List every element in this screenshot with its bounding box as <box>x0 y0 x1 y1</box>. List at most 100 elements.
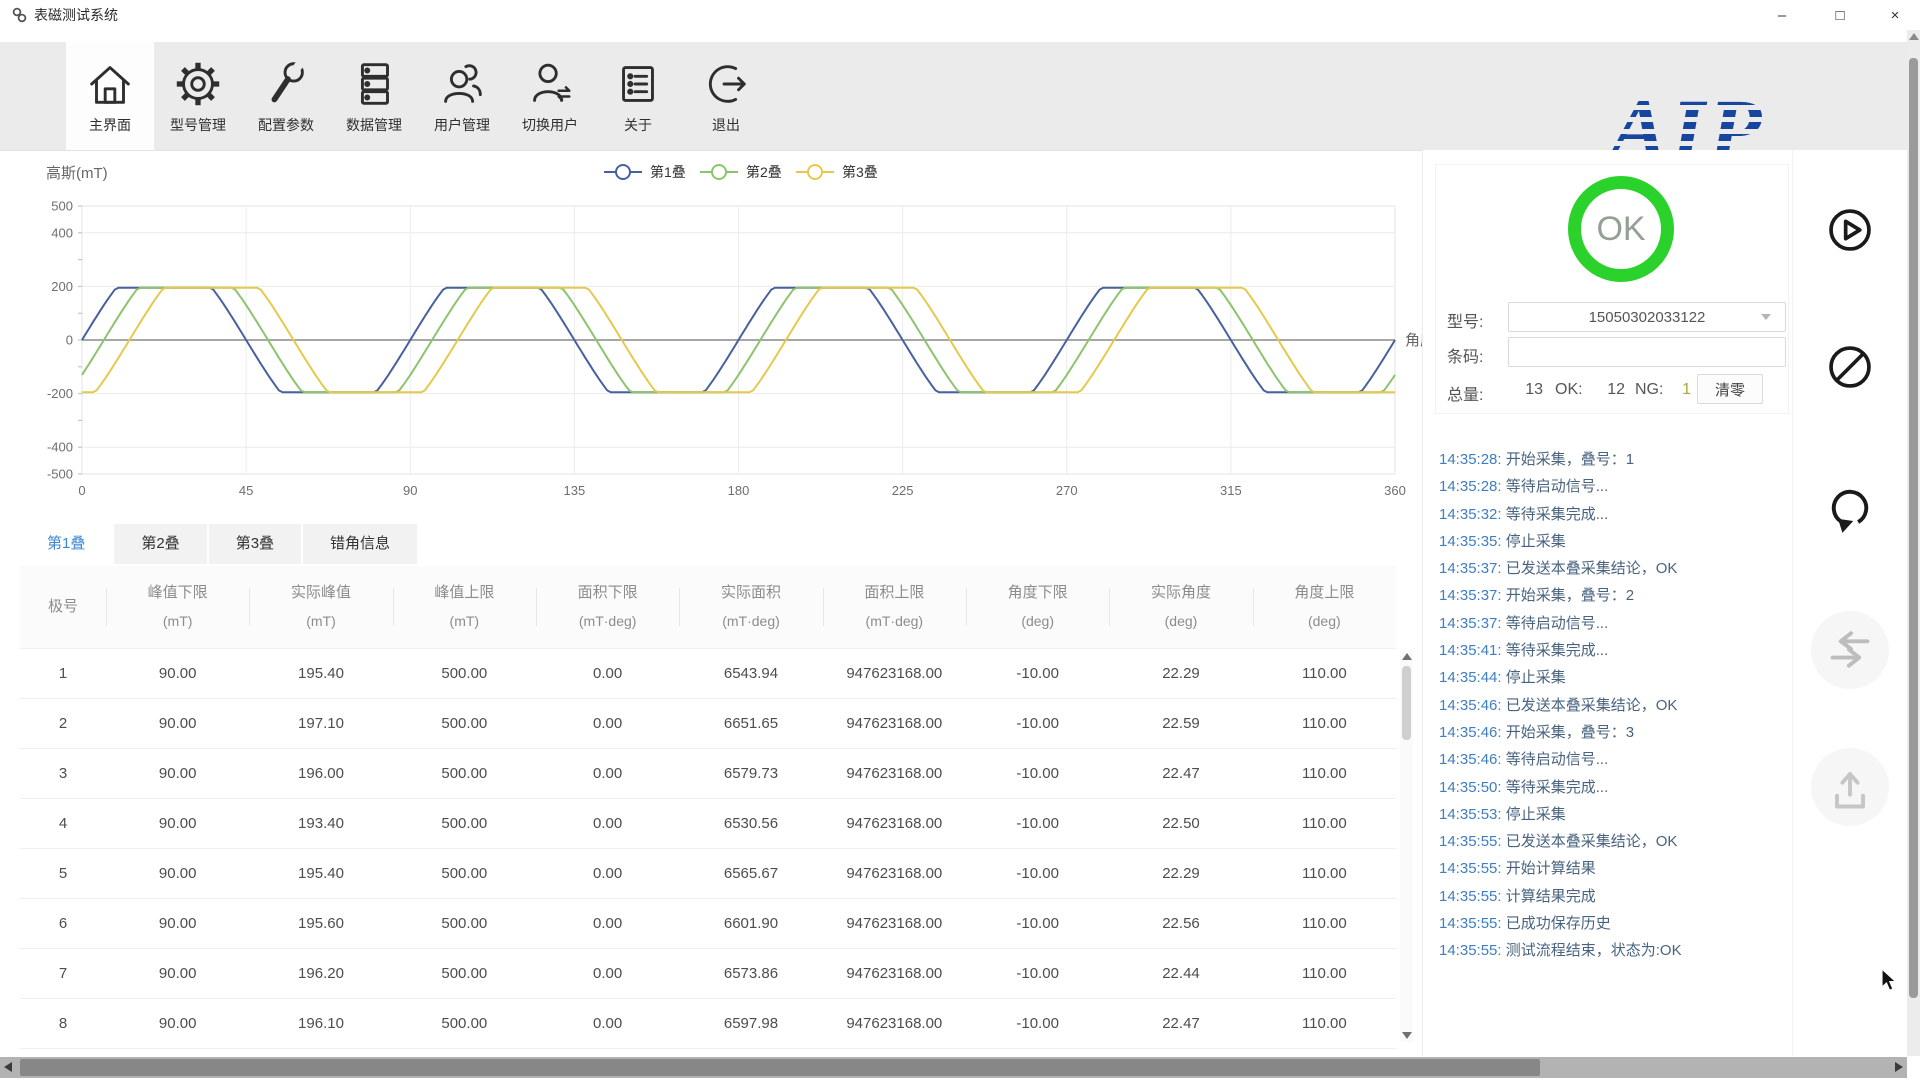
toolbar-item-3[interactable]: 配置参数 <box>242 42 330 150</box>
action-button-column <box>1792 150 1907 1056</box>
table-cell: 500.00 <box>441 765 488 782</box>
horizontal-scroll-thumb[interactable] <box>20 1059 1540 1076</box>
table-cell: 500.00 <box>441 865 488 882</box>
transfer-button[interactable] <box>1811 611 1889 689</box>
table-scroll-down-icon[interactable] <box>1402 1032 1412 1039</box>
svg-text:180: 180 <box>728 483 750 498</box>
toolbar-item-1[interactable]: 主界面 <box>66 42 154 150</box>
model-label: 型号: <box>1447 314 1484 331</box>
toolbar-item-label: 切换用户 <box>522 117 578 133</box>
table-row[interactable]: 4 90.00 193.40 500.00 0.00 6530.56 947623168.0… <box>20 799 1396 849</box>
toolbar-item-4[interactable]: 数据管理 <box>330 42 418 150</box>
table-row[interactable]: 5 90.00 195.40 500.00 0.00 6565.67 947623168.0… <box>20 849 1396 899</box>
toolbar-item-label: 主界面 <box>89 117 131 133</box>
table-cell: 500.00 <box>441 715 488 732</box>
table-cell: 90.00 <box>158 665 197 682</box>
window-horizontal-scrollbar[interactable] <box>0 1057 1907 1078</box>
table-row[interactable]: 1 90.00 195.40 500.00 0.00 6543.94 947623168.0… <box>20 649 1396 699</box>
table-cell: 22.50 <box>1162 815 1200 832</box>
log-line: 14:35:41: 等待采集完成... <box>1439 642 1609 660</box>
toolbar-item-5[interactable]: 用户管理 <box>418 42 506 150</box>
upload-button[interactable] <box>1811 748 1889 826</box>
app-icon <box>10 5 30 25</box>
column-header: 实际峰值 (mT) <box>249 566 392 648</box>
table-cell: 193.40 <box>298 815 344 832</box>
minimize-button[interactable]: – <box>1757 0 1807 30</box>
table-cell: 500.00 <box>441 915 488 932</box>
table-cell: -10.00 <box>1016 665 1059 682</box>
results-table-header: 极号 峰值下限 (mT) 实际峰值 (mT) 峰值上限 (mT) 面积下限 (mT·deg) 实际… <box>20 566 1396 649</box>
toolbar-item-7[interactable]: 关于 <box>594 42 682 150</box>
results-table: 极号 峰值下限 (mT) 实际峰值 (mT) 峰值上限 (mT) 面积下限 (mT·deg) 实际… <box>20 566 1396 1049</box>
log-line: 14:35:44: 停止采集 <box>1439 669 1566 687</box>
tab-4[interactable]: 错角信息 <box>303 524 418 564</box>
log-line: 14:35:55: 已发送本叠采集结论，OK <box>1439 833 1678 851</box>
exit-icon <box>699 57 753 111</box>
toolbar-item-2[interactable]: 型号管理 <box>154 42 242 150</box>
table-scroll-thumb[interactable] <box>1402 666 1411 740</box>
table-cell: 22.47 <box>1162 1015 1200 1032</box>
scroll-right-icon[interactable] <box>1895 1062 1903 1072</box>
table-cell: 2 <box>58 715 68 732</box>
table-cell: 22.47 <box>1162 765 1200 782</box>
toolbar-item-8[interactable]: 退出 <box>682 42 770 150</box>
svg-text:第2叠: 第2叠 <box>746 164 782 180</box>
total-value: 13 <box>1525 381 1543 398</box>
table-row[interactable]: 8 90.00 196.10 500.00 0.00 6597.98 947623168.0… <box>20 999 1396 1049</box>
about-icon <box>611 57 665 111</box>
ok-label: OK: <box>1555 381 1583 398</box>
table-cell: 6530.56 <box>723 815 779 832</box>
tab-2[interactable]: 第2叠 <box>114 524 207 564</box>
table-cell: 110.00 <box>1301 1015 1347 1032</box>
table-cell: 6543.94 <box>723 665 779 682</box>
table-cell: 7 <box>58 965 68 982</box>
table-cell: 90.00 <box>158 865 197 882</box>
legend-item[interactable]: 第1叠 <box>604 164 686 180</box>
tab-1[interactable]: 第1叠 <box>20 524 113 564</box>
stop-button[interactable] <box>1822 339 1878 395</box>
table-cell: 22.44 <box>1162 965 1200 982</box>
waveform-chart: 500 400 200 0 -200 -400 -500 0 45 90 135 180 225 270 3… <box>18 156 1422 508</box>
model-select[interactable] <box>1508 302 1786 332</box>
table-cell: 110.00 <box>1301 865 1347 882</box>
scroll-up-icon[interactable] <box>1909 33 1919 40</box>
log-line: 14:35:55: 测试流程结束，状态为:OK <box>1439 942 1682 960</box>
table-cell: 110.00 <box>1301 965 1347 982</box>
chevron-down-icon[interactable] <box>1761 314 1771 320</box>
users-icon <box>435 57 489 111</box>
log-line: 14:35:55: 已成功保存历史 <box>1439 915 1611 933</box>
table-cell: 947623168.00 <box>846 1015 943 1032</box>
toolbar-item-6[interactable]: 切换用户 <box>506 42 594 150</box>
window-vertical-scrollbar[interactable] <box>1907 30 1920 1056</box>
legend-item[interactable]: 第2叠 <box>700 164 782 180</box>
log-line: 14:35:32: 等待采集完成... <box>1439 505 1609 523</box>
column-header: 实际面积 (mT·deg) <box>679 566 822 648</box>
table-scroll-up-icon[interactable] <box>1402 653 1412 660</box>
start-button[interactable] <box>1822 202 1878 258</box>
retry-button[interactable] <box>1822 480 1878 536</box>
close-button[interactable]: × <box>1870 0 1920 30</box>
svg-text:-400: -400 <box>47 440 73 455</box>
barcode-input[interactable] <box>1508 337 1786 367</box>
clear-button[interactable]: 清零 <box>1697 374 1763 404</box>
table-row[interactable]: 7 90.00 196.20 500.00 0.00 6573.86 947623168.0… <box>20 949 1396 999</box>
tab-3[interactable]: 第3叠 <box>208 524 302 564</box>
table-cell: 947623168.00 <box>846 715 943 732</box>
svg-text:400: 400 <box>51 225 73 240</box>
table-row[interactable]: 2 90.00 197.10 500.00 0.00 6651.65 947623168.0… <box>20 699 1396 749</box>
table-cell: 947623168.00 <box>846 965 943 982</box>
maximize-button[interactable]: □ <box>1815 0 1865 30</box>
table-scrollbar[interactable] <box>1400 650 1413 1042</box>
table-cell: 500.00 <box>441 965 488 982</box>
vertical-scroll-thumb[interactable] <box>1909 58 1918 998</box>
table-row[interactable]: 3 90.00 196.00 500.00 0.00 6579.73 947623168.0… <box>20 749 1396 799</box>
total-label: 总量: <box>1447 387 1484 404</box>
scroll-left-icon[interactable] <box>4 1062 12 1072</box>
table-cell: 90.00 <box>158 715 197 732</box>
svg-text:200: 200 <box>51 279 73 294</box>
table-cell: 196.00 <box>298 765 344 782</box>
column-header: 面积下限 (mT·deg) <box>535 566 679 648</box>
table-row[interactable]: 6 90.00 195.60 500.00 0.00 6601.90 947623168.0… <box>20 899 1396 949</box>
legend-item[interactable]: 第3叠 <box>796 164 878 180</box>
play-circle-icon <box>1824 204 1876 256</box>
